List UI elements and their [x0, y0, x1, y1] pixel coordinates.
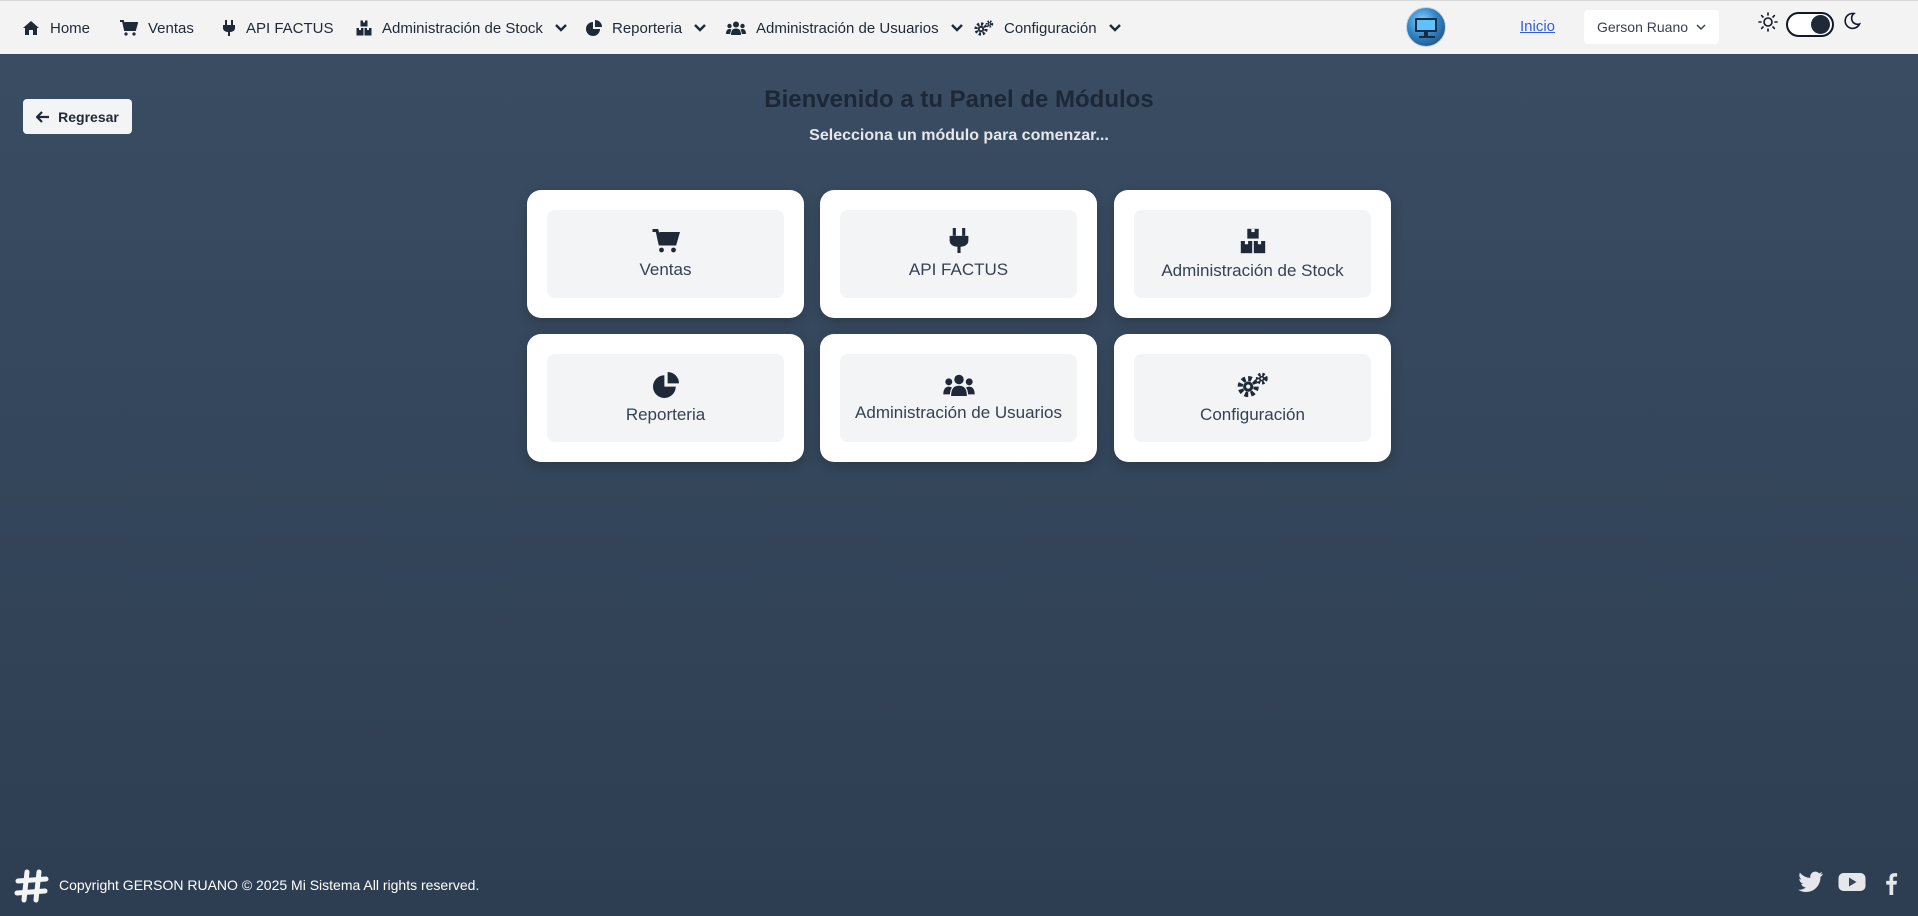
- module-card-inner: API FACTUS: [840, 210, 1077, 298]
- cart-icon: [652, 228, 680, 252]
- pie-chart-icon: [652, 371, 679, 398]
- module-card-inner: Ventas: [547, 210, 784, 298]
- plug-icon: [223, 20, 235, 36]
- nav-configuracion[interactable]: Configuración: [974, 1, 1121, 55]
- nav-label-api-factus: API FACTUS: [246, 19, 334, 37]
- computer-illustration-icon: [1415, 18, 1437, 38]
- cogs-icon: [974, 20, 994, 36]
- chevron-down-icon: [1696, 23, 1706, 30]
- avatar[interactable]: [1406, 7, 1446, 47]
- nav-label-stock: Administración de Stock: [382, 19, 543, 37]
- boxes-icon: [1240, 228, 1265, 253]
- users-icon: [726, 21, 746, 35]
- module-card-configuracion[interactable]: Configuración: [1114, 334, 1391, 462]
- nav-api-factus[interactable]: API FACTUS: [222, 1, 334, 55]
- module-label: Administración de Stock: [1161, 260, 1344, 280]
- nav-ventas[interactable]: Ventas: [120, 1, 194, 55]
- module-label: Configuración: [1200, 404, 1305, 424]
- theme-toggle[interactable]: [1786, 12, 1834, 37]
- cogs-icon: [1237, 372, 1268, 397]
- users-icon: [942, 374, 975, 396]
- page-subtitle: Selecciona un módulo para comenzar...: [809, 127, 1109, 144]
- nav-label-configuracion: Configuración: [1004, 19, 1097, 37]
- nav-label-ventas: Ventas: [148, 19, 194, 37]
- module-card-stock[interactable]: Administración de Stock: [1114, 190, 1391, 318]
- sun-icon: [1758, 12, 1778, 32]
- facebook-icon[interactable]: [1884, 871, 1898, 895]
- page-title: Bienvenido a tu Panel de Módulos: [764, 86, 1154, 113]
- module-card-inner: Configuración: [1134, 354, 1371, 442]
- module-card-api-factus[interactable]: API FACTUS: [820, 190, 1097, 318]
- user-dropdown[interactable]: Gerson Ruano: [1584, 10, 1719, 44]
- nav-stock[interactable]: Administración de Stock: [356, 1, 567, 55]
- hashtag-logo-icon: [14, 869, 49, 903]
- chevron-down-icon: [950, 24, 963, 32]
- module-label: Reporteria: [625, 404, 706, 424]
- nav-label-home: Home: [50, 19, 91, 37]
- nav-usuarios[interactable]: Administración de Usuarios: [726, 1, 963, 55]
- top-navbar: Home Ventas API FACTUS Administración de…: [0, 0, 1918, 54]
- moon-icon: [1844, 12, 1861, 30]
- pie-chart-icon: [586, 20, 602, 36]
- chevron-down-icon: [555, 24, 567, 32]
- module-card-ventas[interactable]: Ventas: [527, 190, 804, 318]
- nav-label-usuarios: Administración de Usuarios: [756, 19, 939, 37]
- home-icon: [23, 21, 39, 35]
- chevron-down-icon: [694, 24, 706, 32]
- cart-icon: [120, 20, 138, 36]
- module-label: Administración de Usuarios: [855, 402, 1062, 422]
- module-label: API FACTUS: [908, 260, 1009, 279]
- nav-reporteria[interactable]: Reporteria: [586, 1, 706, 55]
- module-label: Ventas: [639, 259, 692, 279]
- nav-label-reporteria: Reporteria: [612, 19, 683, 37]
- module-card-usuarios[interactable]: Administración de Usuarios: [820, 334, 1097, 462]
- toggle-knob: [1811, 15, 1830, 34]
- inicio-link[interactable]: Inicio: [1520, 18, 1555, 35]
- user-name: Gerson Ruano: [1596, 19, 1689, 35]
- boxes-icon: [356, 20, 372, 36]
- nav-home[interactable]: Home: [22, 1, 90, 55]
- module-card-inner: Administración de Stock: [1134, 210, 1371, 298]
- plug-icon: [949, 228, 968, 253]
- twitter-icon[interactable]: [1798, 871, 1824, 893]
- module-card-reporteria[interactable]: Reporteria: [527, 334, 804, 462]
- youtube-icon[interactable]: [1838, 871, 1866, 893]
- module-card-inner: Administración de Usuarios: [840, 354, 1077, 442]
- footer-copyright: Copyright GERSON RUANO © 2025 Mi Sistema…: [59, 877, 480, 893]
- chevron-down-icon: [1108, 24, 1121, 32]
- module-card-inner: Reporteria: [547, 354, 784, 442]
